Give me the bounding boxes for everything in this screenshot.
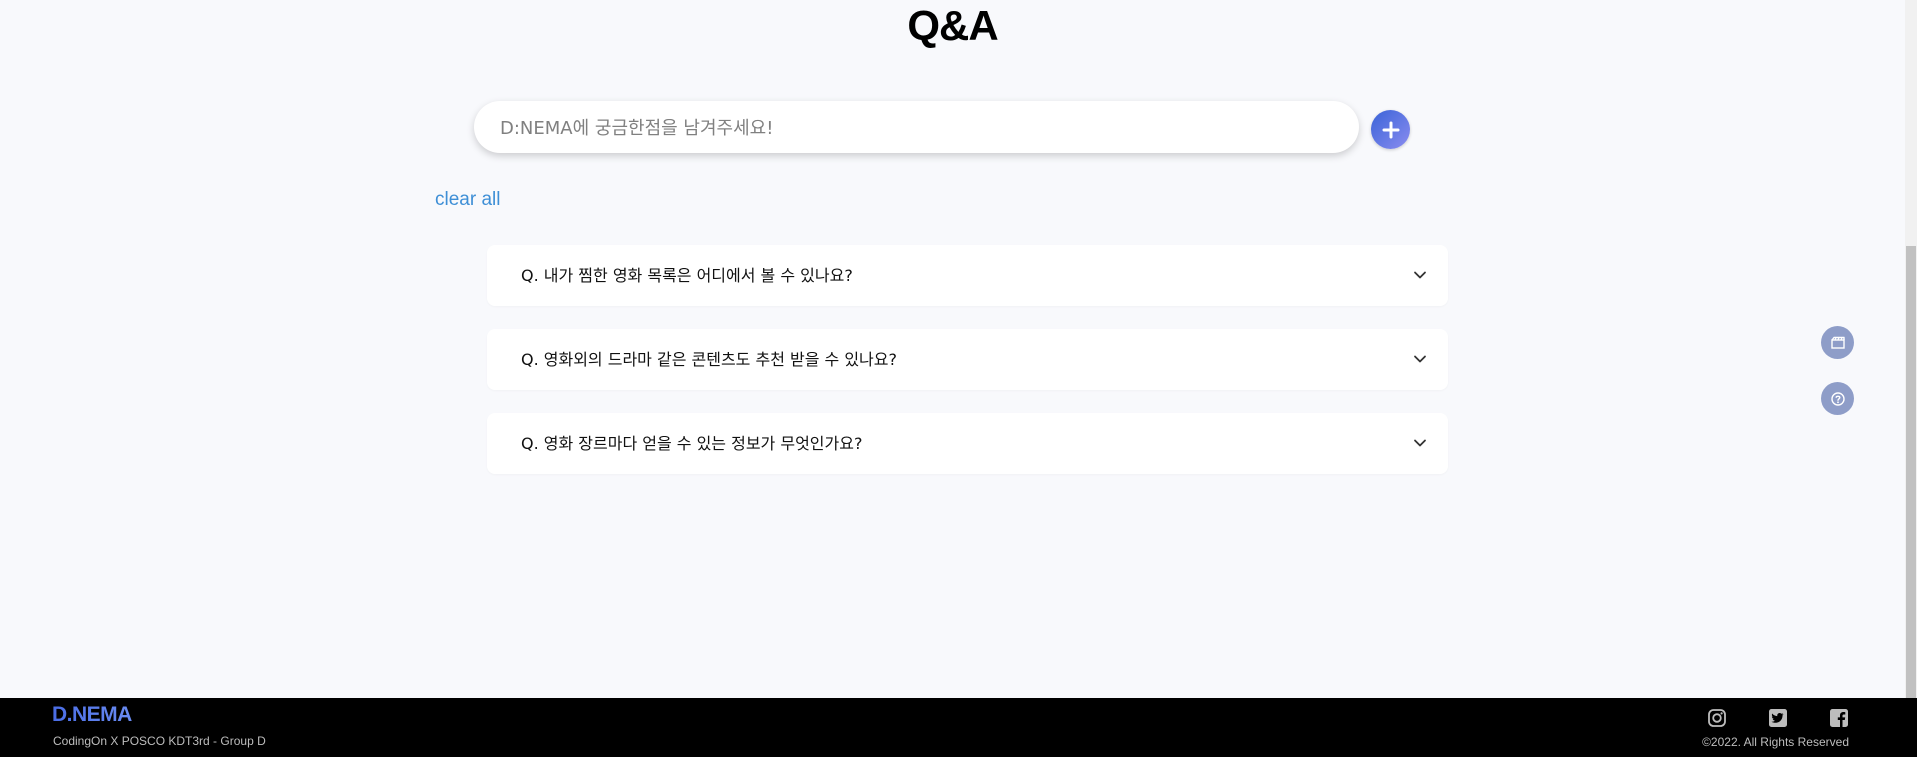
chevron-down-icon[interactable] bbox=[1412, 351, 1428, 367]
facebook-icon[interactable] bbox=[1829, 708, 1849, 728]
qa-page: Q&A clear all Q. 내가 찜한 영화 목록은 어디에서 볼 수 있… bbox=[0, 0, 1917, 757]
question-input-wrapper bbox=[474, 101, 1359, 155]
help-side-button[interactable] bbox=[1821, 382, 1854, 415]
movie-clapper-icon bbox=[1830, 336, 1845, 349]
footer-subtitle: CodingOn X POSCO KDT3rd - Group D bbox=[53, 734, 266, 748]
faq-question: Q. 영화 장르마다 얻을 수 있는 정보가 무엇인가요? bbox=[521, 434, 863, 453]
movie-side-button[interactable] bbox=[1821, 326, 1854, 359]
footer-logo[interactable]: D.NEMA bbox=[52, 703, 132, 727]
clear-all-link[interactable]: clear all bbox=[435, 189, 500, 211]
instagram-icon[interactable] bbox=[1707, 708, 1727, 728]
faq-question: Q. 내가 찜한 영화 목록은 어디에서 볼 수 있나요? bbox=[521, 266, 853, 285]
faq-item[interactable]: Q. 내가 찜한 영화 목록은 어디에서 볼 수 있나요? bbox=[487, 245, 1448, 306]
chevron-down-icon[interactable] bbox=[1412, 267, 1428, 283]
page-title: Q&A bbox=[907, 2, 998, 49]
add-question-button[interactable] bbox=[1371, 110, 1410, 149]
faq-question: Q. 영화외의 드라마 같은 콘텐츠도 추천 받을 수 있나요? bbox=[521, 350, 897, 369]
chevron-down-icon[interactable] bbox=[1412, 435, 1428, 451]
footer-copyright: ©2022. All Rights Reserved bbox=[1702, 735, 1849, 749]
twitter-icon[interactable] bbox=[1768, 708, 1788, 728]
help-circle-icon bbox=[1830, 391, 1845, 406]
faq-item[interactable]: Q. 영화 장르마다 얻을 수 있는 정보가 무엇인가요? bbox=[487, 413, 1448, 474]
plus-icon bbox=[1382, 121, 1399, 138]
faq-item[interactable]: Q. 영화외의 드라마 같은 콘텐츠도 추천 받을 수 있나요? bbox=[487, 329, 1448, 390]
footer: D.NEMA CodingOn X POSCO KDT3rd - Group D… bbox=[0, 698, 1917, 757]
question-input[interactable] bbox=[498, 101, 1342, 155]
scrollbar-thumb[interactable] bbox=[1906, 246, 1916, 698]
